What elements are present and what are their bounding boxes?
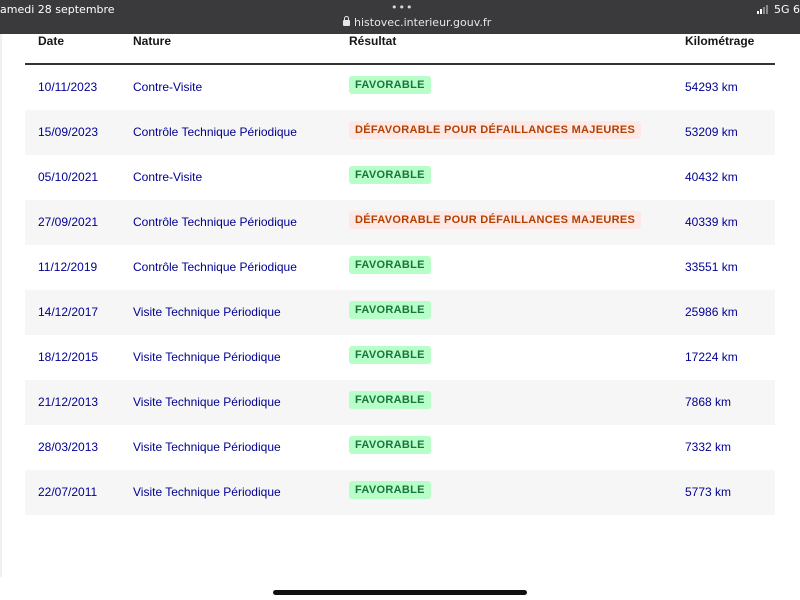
row-date: 28/03/2013 (38, 440, 99, 454)
url-text: histovec.interieur.gouv.fr (354, 16, 492, 29)
signal-icon (756, 5, 768, 14)
row-nature: Contre-Visite (133, 80, 203, 94)
row-date: 27/09/2021 (38, 215, 99, 229)
table-row: 15/09/2023 Contrôle Technique Périodique D… (25, 110, 775, 155)
row-nature: Contre-Visite (133, 170, 203, 184)
row-result: FAVORABLE (349, 481, 431, 499)
row-date: 05/10/2021 (38, 170, 99, 184)
row-mileage: 40339 km (685, 215, 738, 229)
status-badge: FAVORABLE (349, 436, 431, 454)
row-nature: Visite Technique Périodique (133, 485, 281, 499)
header-result: Résultat (349, 34, 397, 48)
table-row: 22/07/2011 Visite Technique Périodique FAV… (25, 470, 775, 515)
inspection-history-table: Date Nature Résultat Kilométrage 10/11/2… (25, 34, 775, 515)
row-date: 18/12/2015 (38, 350, 99, 364)
row-nature: Contrôle Technique Périodique (133, 215, 297, 229)
row-date: 22/07/2011 (38, 485, 98, 499)
status-badge: FAVORABLE (349, 391, 431, 409)
status-badge: FAVORABLE (349, 166, 431, 184)
row-mileage: 54293 km (685, 80, 738, 94)
status-badge: FAVORABLE (349, 481, 431, 499)
table-body: 10/11/2023 Contre-Visite FAVORABLE 54293 km… (25, 65, 775, 515)
table-row: 18/12/2015 Visite Technique Périodique FAV… (25, 335, 775, 380)
table-header: Date Nature Résultat Kilométrage (25, 34, 775, 65)
row-result: FAVORABLE (349, 436, 431, 454)
table-row: 05/10/2021 Contre-Visite FAVORABLE 40432 km (25, 155, 775, 200)
row-mileage: 7868 km (685, 395, 732, 409)
row-result: FAVORABLE (349, 346, 431, 364)
row-result: DÉFAVORABLE POUR DÉFAILLANCES MAJEURES (349, 211, 642, 229)
table-row: 28/03/2013 Visite Technique Périodique FAV… (25, 425, 775, 470)
row-mileage: 17224 km (685, 350, 738, 364)
table-row: 10/11/2023 Contre-Visite FAVORABLE 54293 km (25, 65, 775, 110)
row-mileage: 7332 km (685, 440, 732, 454)
row-result: FAVORABLE (349, 301, 431, 319)
home-indicator[interactable] (273, 590, 527, 595)
row-nature: Visite Technique Périodique (133, 350, 281, 364)
row-nature: Visite Technique Périodique (133, 395, 281, 409)
header-date: Date (38, 34, 65, 48)
page-content: Date Nature Résultat Kilométrage 10/11/2… (0, 34, 800, 577)
row-date: 15/09/2023 (38, 125, 99, 139)
status-indicators: 5G 6 (756, 3, 800, 16)
row-result: FAVORABLE (349, 256, 431, 274)
network-label: 5G 6 (773, 3, 800, 16)
page-edge (0, 34, 2, 577)
lock-icon (343, 16, 350, 26)
row-date: 14/12/2017 (38, 305, 99, 319)
bottom-bar (0, 577, 800, 600)
row-result: DÉFAVORABLE POUR DÉFAILLANCES MAJEURES (349, 121, 642, 139)
status-date: amedi 28 septembre (0, 3, 115, 16)
status-badge: DÉFAVORABLE POUR DÉFAILLANCES MAJEURES (349, 211, 642, 229)
row-mileage: 5773 km (685, 485, 732, 499)
header-nature: Nature (133, 34, 172, 48)
row-nature: Contrôle Technique Périodique (133, 260, 297, 274)
status-badge: FAVORABLE (349, 256, 431, 274)
status-badge: DÉFAVORABLE POUR DÉFAILLANCES MAJEURES (349, 121, 642, 139)
header-mileage: Kilométrage (685, 34, 755, 48)
row-result: FAVORABLE (349, 391, 431, 409)
address-bar[interactable]: histovec.interieur.gouv.fr (343, 16, 491, 29)
row-date: 11/12/2019 (38, 260, 98, 274)
row-result: FAVORABLE (349, 76, 431, 94)
table-row: 11/12/2019 Contrôle Technique Périodique F… (25, 245, 775, 290)
row-mileage: 25986 km (685, 305, 738, 319)
status-bar: amedi 28 septembre ••• histovec.interieu… (0, 0, 800, 34)
table-row: 21/12/2013 Visite Technique Périodique FAV… (25, 380, 775, 425)
row-mileage: 53209 km (685, 125, 738, 139)
status-badge: FAVORABLE (349, 301, 431, 319)
row-nature: Visite Technique Périodique (133, 440, 281, 454)
table-row: 27/09/2021 Contrôle Technique Périodique D… (25, 200, 775, 245)
more-dots-icon[interactable]: ••• (391, 1, 413, 14)
row-date: 21/12/2013 (38, 395, 99, 409)
row-date: 10/11/2023 (38, 80, 98, 94)
row-nature: Visite Technique Périodique (133, 305, 281, 319)
table-row: 14/12/2017 Visite Technique Périodique FAV… (25, 290, 775, 335)
status-badge: FAVORABLE (349, 346, 431, 364)
row-mileage: 40432 km (685, 170, 738, 184)
row-mileage: 33551 km (685, 260, 738, 274)
status-badge: FAVORABLE (349, 76, 431, 94)
row-nature: Contrôle Technique Périodique (133, 125, 297, 139)
row-result: FAVORABLE (349, 166, 431, 184)
